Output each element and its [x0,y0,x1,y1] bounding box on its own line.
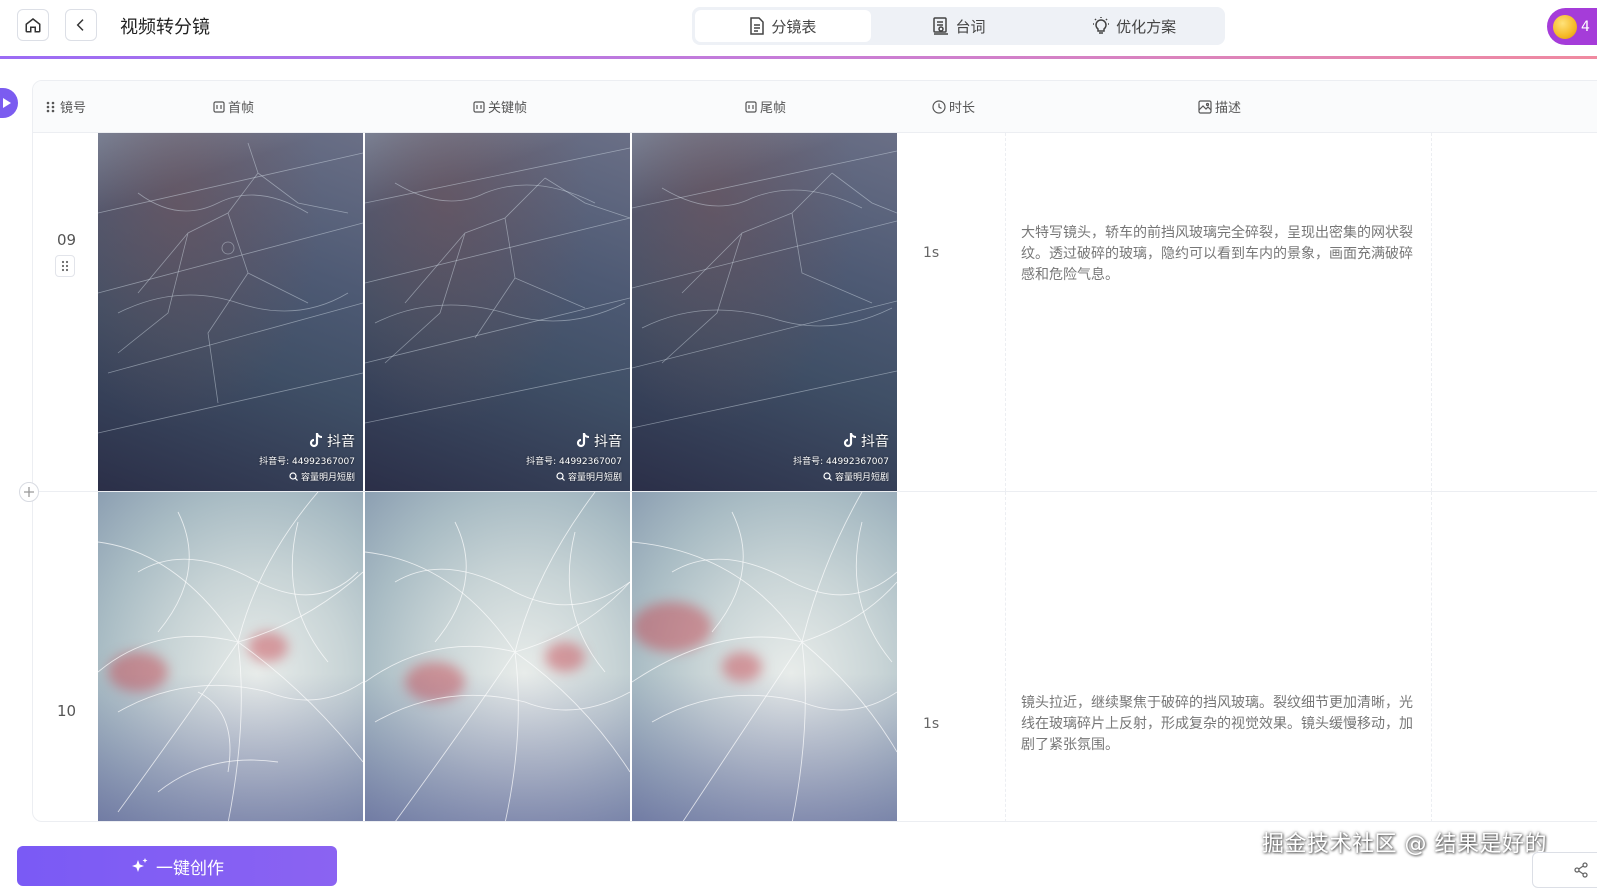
home-icon [25,18,41,33]
duration-value[interactable]: 1s [923,716,939,732]
play-icon [3,98,11,108]
table-row: 10 1s 镜头拉近，继续聚焦于破碎的挡风玻璃。裂纹细节更加清晰，光线在玻璃碎片… [33,492,1597,821]
duration-value[interactable]: 1s [923,245,939,261]
douyin-label: 抖音 [594,434,622,450]
tab-storyboard-label: 分镜表 [771,17,817,36]
tiktok-logo-icon [843,432,857,448]
col-key-frame-label: 关键帧 [488,101,528,116]
key-frame-image[interactable] [365,492,630,821]
storyboard-table: 镜号 首帧 关键帧 尾帧 时长 描述 09 抖音 抖音号: 4499236700… [32,80,1597,822]
col-first-frame: 首帧 [213,97,254,116]
douyin-search: 容量明月短剧 [289,470,355,483]
col-last-frame: 尾帧 [745,97,786,116]
sparkle-icon [132,858,148,872]
frame-icon [213,100,225,113]
douyin-watermark: 抖音 [575,431,622,451]
chevron-left-icon [76,19,84,31]
credits-badge[interactable]: 4 [1547,8,1597,45]
douyin-id: 抖音号: 44992367007 [259,457,355,467]
col-duration-label: 时长 [949,101,976,116]
play-panel-toggle[interactable] [0,88,18,118]
douyin-search-text: 容量明月短剧 [834,473,889,483]
col-shot-no: 镜号 [45,97,86,116]
search-icon [823,472,832,481]
view-tabs: 分镜表 台词 优化方案 [692,7,1225,45]
frame-icon [473,100,485,113]
back-button[interactable] [65,9,97,41]
site-watermark: 掘金技术社区 @ 结果是好的 [1262,832,1547,857]
last-frame-image[interactable]: 抖音 抖音号: 44992367007 容量明月短剧 [632,133,897,491]
col-description: 描述 [1198,97,1241,116]
top-bar: 视频转分镜 分镜表 台词 优化方案 4 [0,0,1597,59]
column-divider [1431,492,1432,821]
header-divider [0,56,1597,59]
tiktok-logo-icon [576,432,590,448]
coin-icon [1553,14,1577,39]
key-frame-image[interactable]: 抖音 抖音号: 44992367007 容量明月短剧 [365,133,630,491]
last-frame-image[interactable] [632,492,897,821]
column-divider [1005,492,1006,821]
script-icon [932,17,948,35]
one-click-create-label: 一键创作 [156,858,224,879]
document-icon [750,17,765,35]
table-header: 镜号 首帧 关键帧 尾帧 时长 描述 [33,81,1597,133]
tiktok-logo-icon [309,432,323,448]
share-button[interactable] [1532,852,1597,888]
col-key-frame: 关键帧 [473,97,527,116]
col-duration: 时长 [932,97,975,116]
tab-lines-label: 台词 [955,17,986,36]
tab-optimize-label: 优化方案 [1116,17,1177,36]
search-icon [556,472,565,481]
shot-number: 10 [57,702,77,720]
douyin-search-text: 容量明月短剧 [300,473,355,483]
douyin-watermark: 抖音 [308,431,355,451]
one-click-create-button[interactable]: 一键创作 [17,846,337,886]
description-text[interactable]: 镜头拉近，继续聚焦于破碎的挡风玻璃。裂纹细节更加清晰，光线在玻璃碎片上反射，形成… [1021,693,1417,756]
home-button[interactable] [17,9,49,41]
douyin-id: 抖音号: 44992367007 [793,457,889,467]
column-divider [1005,133,1006,491]
shot-number: 09 [57,231,77,249]
douyin-search: 容量明月短剧 [556,470,622,483]
douyin-label: 抖音 [861,434,889,450]
tab-optimize[interactable]: 优化方案 [1046,10,1222,42]
col-description-label: 描述 [1215,101,1242,116]
tab-lines[interactable]: 台词 [871,10,1047,42]
first-frame-image[interactable]: 抖音 抖音号: 44992367007 容量明月短剧 [98,133,363,491]
lightbulb-icon [1093,17,1110,34]
row-drag-handle[interactable] [55,255,75,277]
tab-storyboard[interactable]: 分镜表 [695,10,871,42]
douyin-id: 抖音号: 44992367007 [526,457,622,467]
share-icon [1574,862,1588,878]
col-shot-no-label: 镜号 [60,101,87,116]
search-icon [289,472,298,481]
douyin-search: 容量明月短剧 [823,470,889,483]
first-frame-image[interactable] [98,492,363,821]
clock-icon [932,99,946,114]
douyin-watermark: 抖音 [842,431,889,451]
column-divider [1431,133,1432,491]
description-text[interactable]: 大特写镜头，轿车的前挡风玻璃完全碎裂，呈现出密集的网状裂纹。透过破碎的玻璃，隐约… [1021,223,1417,286]
credits-count: 4 [1581,18,1590,35]
plus-icon [24,487,34,497]
frame-icon [745,100,757,113]
table-row: 09 抖音 抖音号: 44992367007 容量明月短剧 抖音 抖音号: 44… [33,133,1597,492]
douyin-label: 抖音 [327,434,355,450]
page-title: 视频转分镜 [120,17,210,38]
drag-dots-icon [61,260,69,272]
col-last-frame-label: 尾帧 [760,101,787,116]
drag-dots-icon [46,101,55,112]
col-first-frame-label: 首帧 [228,101,255,116]
image-text-icon [1198,99,1212,114]
insert-row-button[interactable] [19,482,39,502]
douyin-search-text: 容量明月短剧 [567,473,622,483]
